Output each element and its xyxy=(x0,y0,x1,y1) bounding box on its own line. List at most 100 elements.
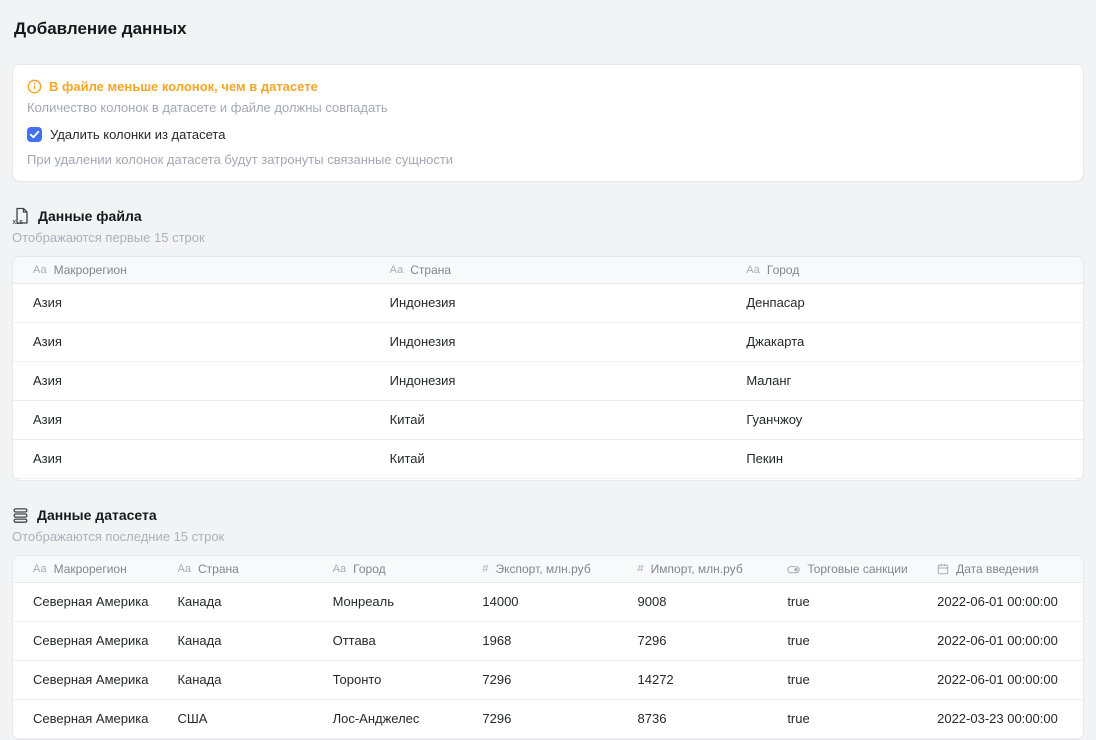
table-cell: 2022-06-01 00:00:00 xyxy=(917,621,1083,660)
table-row: АзияИндонезияДенпасар xyxy=(13,283,1083,322)
table-cell: Лос-Анджелес xyxy=(313,699,463,738)
string-type-icon: Аа xyxy=(746,264,760,276)
table-row: АзияИндонезияМаланг xyxy=(13,361,1083,400)
file-section-title: Данные файла xyxy=(38,207,142,225)
table-cell: 9008 xyxy=(618,582,768,621)
table-cell: Гуанчжоу xyxy=(726,400,1083,439)
column-header: Аа Макрорегион xyxy=(13,257,370,283)
table-cell: 7296 xyxy=(618,621,768,660)
file-data-section: XLS Данные файла Отображаются первые 15 … xyxy=(12,207,1084,481)
column-label: Город xyxy=(767,263,799,277)
table-cell: Пекин xyxy=(726,439,1083,478)
table-cell: Торонто xyxy=(313,660,463,699)
delete-columns-checkbox-label: Удалить колонки из датасета xyxy=(50,126,225,143)
dataset-section-subtitle: Отображаются последние 15 строк xyxy=(12,528,1084,545)
table-row: АзияКитайГуанчжоу xyxy=(13,400,1083,439)
column-header: # Импорт, млн.руб xyxy=(618,556,768,582)
column-header: Торговые санкции xyxy=(767,556,917,582)
file-section-subtitle: Отображаются первые 15 строк xyxy=(12,229,1084,246)
table-row: Северная АмерикаКанадаОттава19687296true… xyxy=(13,621,1083,660)
table-cell: Индонезия xyxy=(370,322,727,361)
column-label: Страна xyxy=(198,562,239,576)
column-header: Аа Город xyxy=(313,556,463,582)
table-cell: Джакарта xyxy=(726,322,1083,361)
svg-text:XLS: XLS xyxy=(13,220,24,225)
column-header: Аа Страна xyxy=(370,257,727,283)
string-type-icon: Аа xyxy=(177,563,191,575)
table-cell: Азия xyxy=(13,439,370,478)
table-cell: Китай xyxy=(370,400,727,439)
table-cell: Оттава xyxy=(313,621,463,660)
file-data-table: АаМакрорегионАаСтранаАаГород АзияИндонез… xyxy=(13,257,1083,479)
number-type-icon: # xyxy=(482,563,488,575)
warning-card: В файле меньше колонок, чем в датасете К… xyxy=(12,64,1084,182)
delete-columns-checkbox[interactable] xyxy=(27,127,42,142)
delete-columns-checkbox-row[interactable]: Удалить колонки из датасета xyxy=(27,126,1069,143)
table-cell: 8736 xyxy=(618,699,768,738)
column-header: # Экспорт, млн.руб xyxy=(462,556,617,582)
table-cell: Маланг xyxy=(726,361,1083,400)
table-cell: Азия xyxy=(13,322,370,361)
file-data-table-card: АаМакрорегионАаСтранаАаГород АзияИндонез… xyxy=(12,256,1084,481)
page-title: Добавление данных xyxy=(14,18,1084,40)
column-label: Импорт, млн.руб xyxy=(651,562,743,576)
date-type-icon xyxy=(937,563,949,575)
table-row: Северная АмерикаКанадаТоронто729614272tr… xyxy=(13,660,1083,699)
warning-note: При удалении колонок датасета будут затр… xyxy=(27,151,1069,168)
dataset-rows-icon xyxy=(12,507,29,524)
string-type-icon: Аа xyxy=(33,264,47,276)
table-row: Северная АмерикаСШАЛос-Анджелес72968736t… xyxy=(13,699,1083,738)
table-cell: 7296 xyxy=(462,699,617,738)
table-cell: true xyxy=(767,660,917,699)
file-section-header: XLS Данные файла xyxy=(12,207,1084,225)
table-cell: true xyxy=(767,621,917,660)
table-cell: Азия xyxy=(13,361,370,400)
table-cell: Канада xyxy=(157,582,312,621)
dataset-data-section: Данные датасета Отображаются последние 1… xyxy=(12,506,1084,740)
column-label: Торговые санкции xyxy=(807,562,907,576)
table-cell: true xyxy=(767,699,917,738)
table-cell: Монреаль xyxy=(313,582,463,621)
table-cell: Китай xyxy=(370,439,727,478)
table-row: Северная АмерикаКанадаМонреаль140009008t… xyxy=(13,582,1083,621)
string-type-icon: Аа xyxy=(333,563,347,575)
table-cell: Северная Америка xyxy=(13,621,157,660)
string-type-icon: Аа xyxy=(33,563,47,575)
table-cell: Азия xyxy=(13,283,370,322)
warning-title-row: В файле меньше колонок, чем в датасете xyxy=(27,78,1069,95)
string-type-icon: Аа xyxy=(390,264,404,276)
info-circle-icon xyxy=(27,79,42,94)
table-cell: 7296 xyxy=(462,660,617,699)
table-header-row: АаМакрорегионАаСтранаАаГород#Экспорт, мл… xyxy=(13,556,1083,582)
column-label: Страна xyxy=(410,263,451,277)
column-label: Город xyxy=(353,562,385,576)
table-cell: Северная Америка xyxy=(13,699,157,738)
boolean-type-icon xyxy=(787,563,800,576)
column-header: Аа Страна xyxy=(157,556,312,582)
table-cell: 14272 xyxy=(618,660,768,699)
dataset-section-title: Данные датасета xyxy=(37,506,157,524)
table-cell: Северная Америка xyxy=(13,660,157,699)
table-header-row: Аа Макрорегион Аа Страна Аа Город xyxy=(13,257,1083,283)
table-cell: 14000 xyxy=(462,582,617,621)
table-cell: true xyxy=(767,582,917,621)
column-label: Макрорегион xyxy=(54,263,127,277)
add-data-page: Добавление данных В файле меньше колонок… xyxy=(0,0,1096,740)
column-header: Аа Город xyxy=(726,257,1083,283)
dataset-data-table-card: АаМакрорегионАаСтранаАаГород#Экспорт, мл… xyxy=(12,555,1084,740)
column-header: Дата введения xyxy=(917,556,1083,582)
number-type-icon: # xyxy=(638,563,644,575)
dataset-data-table: АаМакрорегионАаСтранаАаГород#Экспорт, мл… xyxy=(13,556,1083,739)
table-row: АзияИндонезияДжакарта xyxy=(13,322,1083,361)
table-cell: 2022-06-01 00:00:00 xyxy=(917,660,1083,699)
table-cell: Канада xyxy=(157,621,312,660)
column-label: Экспорт, млн.руб xyxy=(496,562,591,576)
table-cell: Северная Америка xyxy=(13,582,157,621)
xls-file-icon: XLS xyxy=(12,207,30,225)
table-cell: 2022-03-23 00:00:00 xyxy=(917,699,1083,738)
warning-title: В файле меньше колонок, чем в датасете xyxy=(49,78,318,95)
table-cell: Индонезия xyxy=(370,283,727,322)
table-cell: Канада xyxy=(157,660,312,699)
table-cell: Индонезия xyxy=(370,361,727,400)
table-cell: Денпасар xyxy=(726,283,1083,322)
